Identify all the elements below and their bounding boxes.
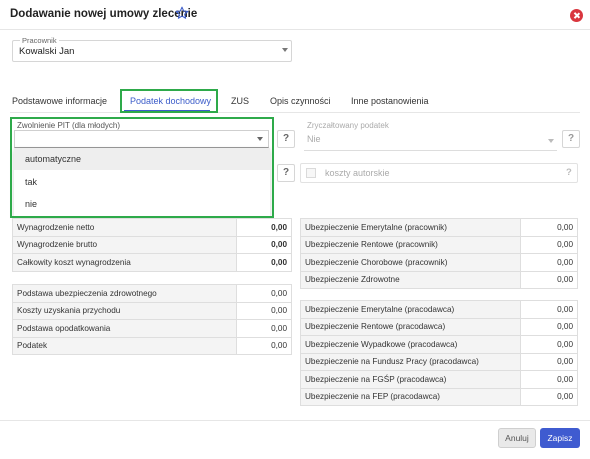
- star-outline-icon[interactable]: [175, 6, 189, 20]
- flat-tax-label: Zryczałtowany podatek: [307, 121, 389, 130]
- table-row: Podstawa opodatkowania 0,00: [12, 319, 292, 338]
- help-button[interactable]: ?: [277, 164, 295, 182]
- author-costs-help-icon[interactable]: ?: [566, 167, 572, 178]
- row-label: Ubezpieczenie Wypadkowe (pracodawca): [300, 335, 521, 354]
- table-row: Podatek 0,00: [12, 336, 292, 355]
- tab-work-description[interactable]: Opis czynności: [270, 96, 331, 106]
- row-value: 0,00: [236, 253, 292, 272]
- table-row: Ubezpieczenie Zdrowotne 0,00: [300, 270, 578, 289]
- table-row: Ubezpieczenie Wypadkowe (pracodawca) 0,0…: [300, 335, 578, 354]
- row-label: Ubezpieczenie Rentowe (pracownik): [300, 235, 521, 254]
- row-label: Całkowity koszt wynagrodzenia: [12, 253, 237, 272]
- row-label: Ubezpieczenie Zdrowotne: [300, 270, 521, 289]
- row-label: Ubezpieczenie Chorobowe (pracownik): [300, 253, 521, 272]
- table-row: Ubezpieczenie na FGŚP (pracodawca) 0,00: [300, 370, 578, 389]
- employee-value: Kowalski Jan: [19, 46, 75, 57]
- row-label: Ubezpieczenie Rentowe (pracodawca): [300, 317, 521, 336]
- row-value: 0,00: [520, 335, 578, 354]
- row-label: Podatek: [12, 336, 237, 355]
- contract-dialog: Dodawanie nowej umowy zlecenie Pracownik…: [0, 0, 590, 459]
- row-value: 0,00: [236, 301, 292, 320]
- author-costs-label: koszty autorskie: [325, 168, 390, 178]
- row-value: 0,00: [520, 352, 578, 371]
- table-row: Ubezpieczenie Emerytalne (pracodawca) 0,…: [300, 300, 578, 319]
- dropdown-highlight-frame: [10, 117, 274, 218]
- row-value: 0,00: [520, 218, 578, 237]
- row-label: Ubezpieczenie na FGŚP (pracodawca): [300, 370, 521, 389]
- table-row: Koszty uzyskania przychodu 0,00: [12, 301, 292, 320]
- dialog-title: Dodawanie nowej umowy zlecenie: [10, 8, 198, 20]
- chevron-down-icon: [548, 139, 554, 143]
- flat-tax-help-button[interactable]: ?: [562, 130, 580, 148]
- row-value: 0,00: [236, 284, 292, 303]
- tab-basic-info[interactable]: Podstawowe informacje: [12, 96, 107, 106]
- tab-other-provisions[interactable]: Inne postanowienia: [351, 96, 429, 106]
- row-value: 0,00: [520, 370, 578, 389]
- salary-summary-table: Wynagrodzenie netto 0,00 Wynagrodzenie b…: [12, 218, 292, 272]
- employee-insurance-table: Ubezpieczenie Emerytalne (pracownik) 0,0…: [300, 218, 578, 289]
- close-icon[interactable]: [570, 9, 583, 22]
- table-row: Podstawa ubezpieczenia zdrowotnego 0,00: [12, 284, 292, 303]
- table-row: Ubezpieczenie Rentowe (pracownik) 0,00: [300, 235, 578, 254]
- tab-zus[interactable]: ZUS: [231, 96, 249, 106]
- employee-label: Pracownik: [20, 36, 59, 45]
- footer-divider: [0, 420, 590, 421]
- row-label: Ubezpieczenie Emerytalne (pracownik): [300, 218, 521, 237]
- row-label: Koszty uzyskania przychodu: [12, 301, 237, 320]
- row-label: Wynagrodzenie netto: [12, 218, 237, 237]
- row-value: 0,00: [520, 300, 578, 319]
- flat-tax-value: Nie: [307, 134, 321, 144]
- table-row: Ubezpieczenie na FEP (pracodawca) 0,00: [300, 387, 578, 406]
- tax-base-table: Podstawa ubezpieczenia zdrowotnego 0,00 …: [12, 284, 292, 355]
- row-label: Ubezpieczenie na FEP (pracodawca): [300, 387, 521, 406]
- table-row: Całkowity koszt wynagrodzenia 0,00: [12, 253, 292, 272]
- table-row: Ubezpieczenie Emerytalne (pracownik) 0,0…: [300, 218, 578, 237]
- dialog-header: Dodawanie nowej umowy zlecenie: [0, 0, 590, 30]
- row-value: 0,00: [520, 235, 578, 254]
- table-row: Ubezpieczenie Chorobowe (pracownik) 0,00: [300, 253, 578, 272]
- row-label: Ubezpieczenie na Fundusz Pracy (pracodaw…: [300, 352, 521, 371]
- table-row: Wynagrodzenie netto 0,00: [12, 218, 292, 237]
- pit-help-button[interactable]: ?: [277, 130, 295, 148]
- tab-divider: [10, 112, 580, 113]
- table-row: Wynagrodzenie brutto 0,00: [12, 235, 292, 254]
- row-value: 0,00: [236, 336, 292, 355]
- row-value: 0,00: [520, 317, 578, 336]
- row-label: Podstawa ubezpieczenia zdrowotnego: [12, 284, 237, 303]
- row-value: 0,00: [236, 218, 292, 237]
- chevron-down-icon[interactable]: [282, 48, 288, 52]
- row-value: 0,00: [520, 253, 578, 272]
- employer-insurance-table: Ubezpieczenie Emerytalne (pracodawca) 0,…: [300, 300, 578, 406]
- row-value: 0,00: [236, 235, 292, 254]
- row-label: Wynagrodzenie brutto: [12, 235, 237, 254]
- row-value: 0,00: [236, 319, 292, 338]
- row-label: Podstawa opodatkowania: [12, 319, 237, 338]
- save-button[interactable]: Zapisz: [540, 428, 580, 448]
- table-row: Ubezpieczenie na Fundusz Pracy (pracodaw…: [300, 352, 578, 371]
- cancel-button[interactable]: Anuluj: [498, 428, 536, 448]
- flat-tax-underline: [304, 150, 557, 151]
- row-label: Ubezpieczenie Emerytalne (pracodawca): [300, 300, 521, 319]
- tab-highlight-frame: [120, 89, 218, 113]
- table-row: Ubezpieczenie Rentowe (pracodawca) 0,00: [300, 317, 578, 336]
- row-value: 0,00: [520, 270, 578, 289]
- row-value: 0,00: [520, 387, 578, 406]
- author-costs-checkbox[interactable]: [306, 168, 316, 178]
